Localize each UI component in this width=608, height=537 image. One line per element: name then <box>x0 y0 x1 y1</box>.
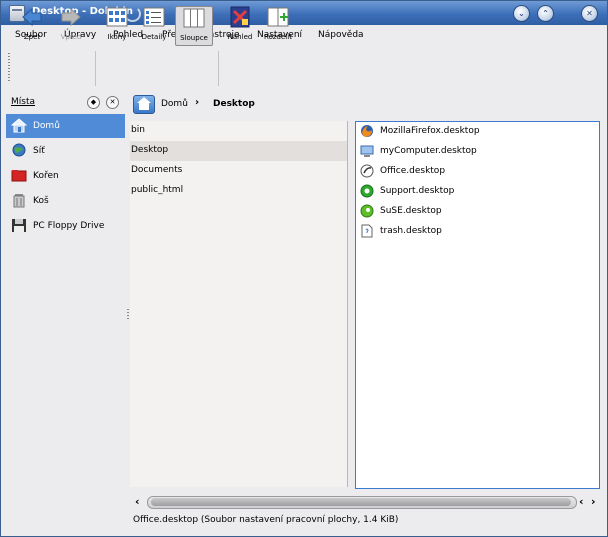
columns-view-button[interactable]: Sloupce <box>175 6 213 46</box>
minimize-button[interactable]: ⌄ <box>513 5 530 22</box>
preview-label: Nahled <box>227 33 253 41</box>
toolbar-separator <box>218 51 219 86</box>
columns-view-icon <box>183 7 205 29</box>
breadcrumb-home[interactable]: Domů <box>161 99 188 109</box>
list-item[interactable]: Desktop <box>130 141 347 161</box>
arrow-left-icon <box>21 6 43 28</box>
title-bar[interactable]: Desktop - Dolphin ⌄ ⌃ ✕ <box>1 1 607 25</box>
suse-icon <box>360 204 374 218</box>
list-item[interactable]: bin <box>130 121 347 141</box>
places-title: Místa <box>11 97 35 107</box>
file-item[interactable]: MozillaFirefox.desktop <box>356 122 599 142</box>
place-label: Koš <box>33 196 49 206</box>
dolphin-window: Desktop - Dolphin ⌄ ⌃ ✕ Soubor Úpravy Po… <box>0 0 608 537</box>
place-trash[interactable]: Koš <box>6 189 125 213</box>
panel-splitter-handle[interactable] <box>127 309 129 319</box>
breadcrumb-current[interactable]: Desktop <box>213 99 255 109</box>
desktop-file-icon <box>360 224 374 238</box>
firefox-icon <box>360 124 374 138</box>
network-icon <box>11 143 27 158</box>
support-icon <box>360 184 374 198</box>
home-icon <box>10 118 28 133</box>
status-bar: Office.desktop (Soubor nastavení pracovn… <box>133 515 399 525</box>
breadcrumb-home-icon[interactable] <box>133 95 155 114</box>
file-item[interactable]: SuSE.desktop <box>356 202 599 222</box>
floppy-icon <box>11 218 27 233</box>
arrow-right-icon <box>60 6 82 28</box>
file-item-label: SuSE.desktop <box>380 206 442 216</box>
panel-float-icon[interactable]: ◆ <box>87 96 100 109</box>
place-floppy[interactable]: PC Floppy Drive <box>6 214 125 238</box>
file-item-label: Support.desktop <box>380 186 455 196</box>
places-panel: Místa ◆ ✕ Domů Síť Kořen Koš PC Floppy D… <box>6 94 125 528</box>
place-label: PC Floppy Drive <box>33 221 105 231</box>
details-view-button[interactable]: Detaily <box>139 6 169 44</box>
horizontal-scrollbar[interactable]: ‹ ‹ › <box>131 494 601 510</box>
close-button[interactable]: ✕ <box>581 5 598 22</box>
place-root[interactable]: Kořen <box>6 164 125 188</box>
places-header: Místa ◆ ✕ <box>6 94 125 112</box>
scroll-right-icon[interactable]: › <box>591 495 596 508</box>
panel-close-icon[interactable]: ✕ <box>106 96 119 109</box>
menu-napoveda[interactable]: Nápověda <box>318 30 364 40</box>
split-view-icon <box>267 6 289 28</box>
place-network[interactable]: Síť <box>6 139 125 163</box>
forward-label: Vpred <box>60 33 82 41</box>
file-item[interactable]: myComputer.desktop <box>356 142 599 162</box>
icons-view-icon <box>106 6 128 28</box>
list-item[interactable]: public_html <box>130 181 347 201</box>
computer-icon <box>360 144 374 158</box>
place-label: Kořen <box>33 171 59 181</box>
maximize-button[interactable]: ⌃ <box>537 5 554 22</box>
scroll-left-icon[interactable]: ‹ <box>135 495 140 508</box>
file-item[interactable]: Office.desktop <box>356 162 599 182</box>
menu-bar: Soubor Úpravy Pohled Přejít Nástroje Nas… <box>1 26 607 46</box>
column-view-right: MozillaFirefox.desktop myComputer.deskto… <box>355 121 600 489</box>
preview-icon <box>229 6 251 28</box>
office-icon <box>360 164 374 178</box>
forward-button[interactable]: Vpred <box>56 6 86 44</box>
place-label: Domů <box>33 121 60 131</box>
place-label: Síť <box>33 146 45 156</box>
toolbar-separator <box>95 51 96 86</box>
breadcrumb: Domů › Desktop <box>131 93 601 115</box>
file-item-label: MozillaFirefox.desktop <box>380 126 480 136</box>
trash-icon <box>11 193 27 208</box>
list-item-label: Documents <box>131 165 183 175</box>
file-item[interactable]: trash.desktop <box>356 222 599 242</box>
file-item[interactable]: Support.desktop <box>356 182 599 202</box>
file-item-label: Office.desktop <box>380 166 446 176</box>
icons-view-label: Ikony <box>107 33 127 41</box>
list-item-label: bin <box>131 125 145 135</box>
preview-button[interactable]: Nahled <box>225 6 255 44</box>
scroll-left-icon[interactable]: ‹ <box>579 495 584 508</box>
file-item-label: myComputer.desktop <box>380 146 477 156</box>
icons-view-button[interactable]: Ikony <box>103 6 131 44</box>
list-item[interactable]: Documents <box>130 161 347 181</box>
columns-view-label: Sloupce <box>180 34 208 42</box>
breadcrumb-separator-icon: › <box>195 97 200 108</box>
details-view-icon <box>143 6 165 28</box>
split-button[interactable]: Rozdelit <box>262 6 294 44</box>
list-item-label: Desktop <box>131 145 169 155</box>
scrollbar-thumb[interactable] <box>151 498 571 506</box>
column-view-left: bin Desktop Documents public_html <box>130 121 348 487</box>
back-button[interactable]: Zpet <box>18 6 46 44</box>
split-label: Rozdelit <box>264 33 292 41</box>
list-item-label: public_html <box>131 185 184 195</box>
file-item-label: trash.desktop <box>380 226 442 236</box>
place-home[interactable]: Domů <box>6 114 125 138</box>
toolbar-grip[interactable] <box>8 53 10 83</box>
details-view-label: Detaily <box>141 33 167 41</box>
root-folder-icon <box>11 168 27 183</box>
back-label: Zpet <box>23 33 41 41</box>
